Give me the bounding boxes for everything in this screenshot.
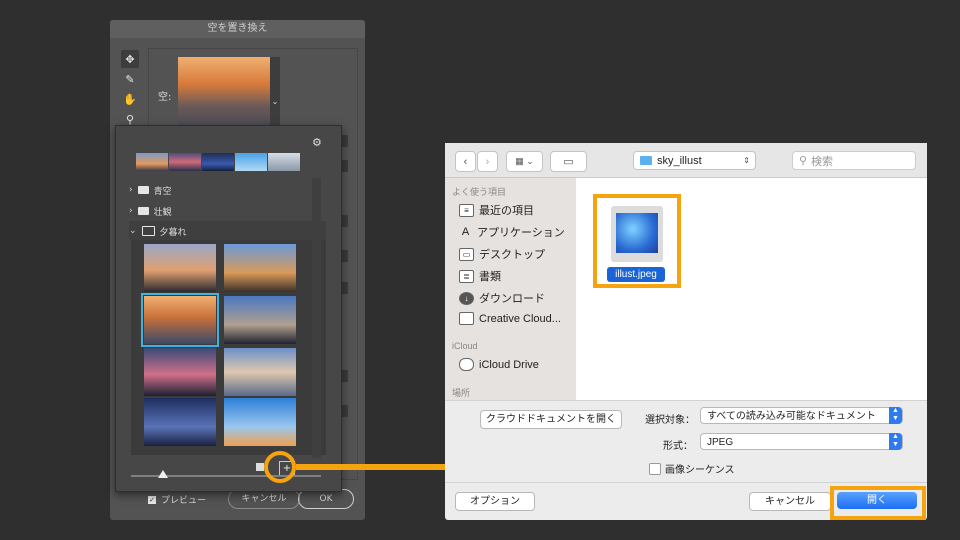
hand-tool-icon[interactable]: ✋ <box>121 90 139 108</box>
format-value: JPEG <box>707 437 734 448</box>
folder-label: 壮観 <box>153 207 172 218</box>
chevron-right-icon: › <box>485 155 490 168</box>
folder-row-sunset[interactable]: ⌄ 夕暮れ <box>129 221 326 241</box>
search-placeholder: 検索 <box>811 155 834 168</box>
sky-thumb[interactable] <box>224 398 296 446</box>
folder-icon: ▭ <box>563 156 574 168</box>
sky-thumb[interactable] <box>224 348 296 396</box>
sky-brush-icon[interactable]: ✎ <box>121 70 139 88</box>
gear-icon[interactable]: ⚙ <box>312 136 322 149</box>
image-sequence-label: 画像シーケンス <box>665 465 735 476</box>
sidebar-header-icloud: iCloud <box>452 341 478 351</box>
preview-checkbox[interactable]: ✓ プレビュー <box>148 493 206 506</box>
location-popup[interactable]: sky_illust ⇕ <box>633 151 756 170</box>
download-icon: ↓ <box>459 291 474 305</box>
new-folder-button[interactable]: ▭ <box>550 151 587 172</box>
sidebar-item-label: アプリケーション <box>477 227 565 239</box>
enable-value: すべての読み込み可能なドキュメント <box>707 411 876 422</box>
recent-sky-thumb[interactable] <box>268 153 300 171</box>
folder-row-blue-sky[interactable]: › 青空 <box>129 180 326 200</box>
sidebar-item-label: Creative Cloud... <box>479 312 561 325</box>
format-select[interactable]: JPEG ▲ ▼ <box>700 433 903 450</box>
sidebar-item-label: デスクトップ <box>479 249 545 261</box>
document-icon: ≣ <box>459 269 474 283</box>
folder-row-spectacular[interactable]: › 壮観 <box>129 201 326 221</box>
sidebar-item-label: 書類 <box>479 271 501 283</box>
sidebar-item-label: iCloud Drive <box>479 358 539 371</box>
recent-sky-thumb[interactable] <box>235 153 267 171</box>
applications-icon: A <box>461 226 470 238</box>
sky-thumb[interactable] <box>144 348 216 396</box>
folder-icon <box>640 156 652 165</box>
search-icon: ⚲ <box>799 155 808 167</box>
recent-sky-thumb[interactable] <box>169 153 201 171</box>
recents-icon: ≡ <box>459 203 474 217</box>
back-button[interactable]: ‹ <box>455 151 476 172</box>
preview-label: プレビュー <box>161 496 207 506</box>
folder-icon <box>137 186 149 194</box>
folder-icon <box>459 312 474 325</box>
sidebar-item-applications[interactable]: A アプリケーション <box>459 224 565 240</box>
sidebar-item-recents[interactable]: ≡ 最近の項目 <box>459 202 534 218</box>
search-input[interactable]: ⚲ 検索 <box>792 151 916 170</box>
ps-ok-button[interactable]: OK <box>298 489 354 509</box>
location-label: sky_illust <box>657 154 702 167</box>
grid-view-icon: ▦ ⌄ <box>515 156 534 166</box>
cancel-button[interactable]: キャンセル <box>749 492 831 511</box>
sky-label: 空: <box>158 92 172 103</box>
open-folder-icon <box>141 226 155 236</box>
recent-sky-thumb[interactable] <box>202 153 234 171</box>
enable-select[interactable]: すべての読み込み可能なドキュメント ▲ ▼ <box>700 407 903 424</box>
sky-thumb[interactable] <box>144 398 216 446</box>
format-label: 形式： <box>663 441 693 452</box>
updown-icon: ▲ ▼ <box>889 433 902 450</box>
sky-thumb[interactable] <box>144 244 216 292</box>
dialog-title: 空を置き換え <box>110 20 365 38</box>
picker-scrollbar[interactable] <box>312 178 321 458</box>
highlight-box <box>830 486 926 520</box>
sidebar-item-desktop[interactable]: ▭ デスクトップ <box>459 246 545 262</box>
sidebar-item-icloud-drive[interactable]: iCloud Drive <box>459 358 539 371</box>
cloud-icon <box>459 358 474 371</box>
small-thumb-size-icon <box>256 463 264 471</box>
chevron-right-icon: › <box>129 206 133 216</box>
open-file-dialog: ‹ › ▦ ⌄ ▭ sky_illust ⇕ ⚲ 検索 よく使う項目 ≡ 最近の項… <box>445 143 927 520</box>
highlight-box <box>593 194 681 288</box>
recent-sky-thumb[interactable] <box>136 153 168 171</box>
sidebar-item-label: 最近の項目 <box>479 205 534 217</box>
updown-icon: ▲ ▼ <box>889 407 902 424</box>
sky-thumb-selected[interactable] <box>141 293 219 347</box>
sidebar-item-creative-cloud[interactable]: Creative Cloud... <box>459 312 561 325</box>
sidebar-header-places: 場所 <box>452 388 471 398</box>
sidebar-item-documents[interactable]: ≣ 書類 <box>459 268 501 284</box>
slider-knob[interactable] <box>158 470 168 478</box>
folder-label: 青空 <box>153 186 172 197</box>
highlight-circle <box>264 451 296 483</box>
enable-label: 選択対象： <box>645 415 695 426</box>
sky-thumb[interactable] <box>224 244 296 292</box>
image-sequence-checkbox[interactable]: 画像シーケンス <box>649 461 735 476</box>
ps-cancel-button[interactable]: キャンセル <box>228 489 300 509</box>
chevron-down-icon: ⌄ <box>129 226 137 236</box>
forward-button[interactable]: › <box>477 151 498 172</box>
sidebar-header-favorites: よく使う項目 <box>452 187 507 197</box>
folder-label: 夕暮れ <box>159 227 187 238</box>
check-icon: ✓ <box>148 495 156 504</box>
sky-thumbnail-grid <box>131 240 326 455</box>
options-button[interactable]: オプション <box>455 492 535 511</box>
chevron-right-icon: › <box>129 185 133 195</box>
sidebar-item-downloads[interactable]: ↓ ダウンロード <box>459 290 545 306</box>
checkbox-box <box>649 462 661 475</box>
sky-thumb[interactable] <box>224 296 296 344</box>
sidebar-item-label: ダウンロード <box>479 293 545 305</box>
sky-preset-picker: ⚙ › 青空 › 壮観 ⌄ 夕暮れ + <box>115 125 342 492</box>
desktop-icon: ▭ <box>459 247 474 261</box>
updown-icon: ⇕ <box>743 156 750 165</box>
chevron-left-icon: ‹ <box>463 155 468 168</box>
move-tool-icon[interactable]: ✥ <box>121 50 139 68</box>
open-cloud-document-button[interactable]: クラウドドキュメントを開く <box>480 410 622 429</box>
view-options-button[interactable]: ▦ ⌄ <box>506 151 543 172</box>
folder-icon <box>137 207 149 215</box>
